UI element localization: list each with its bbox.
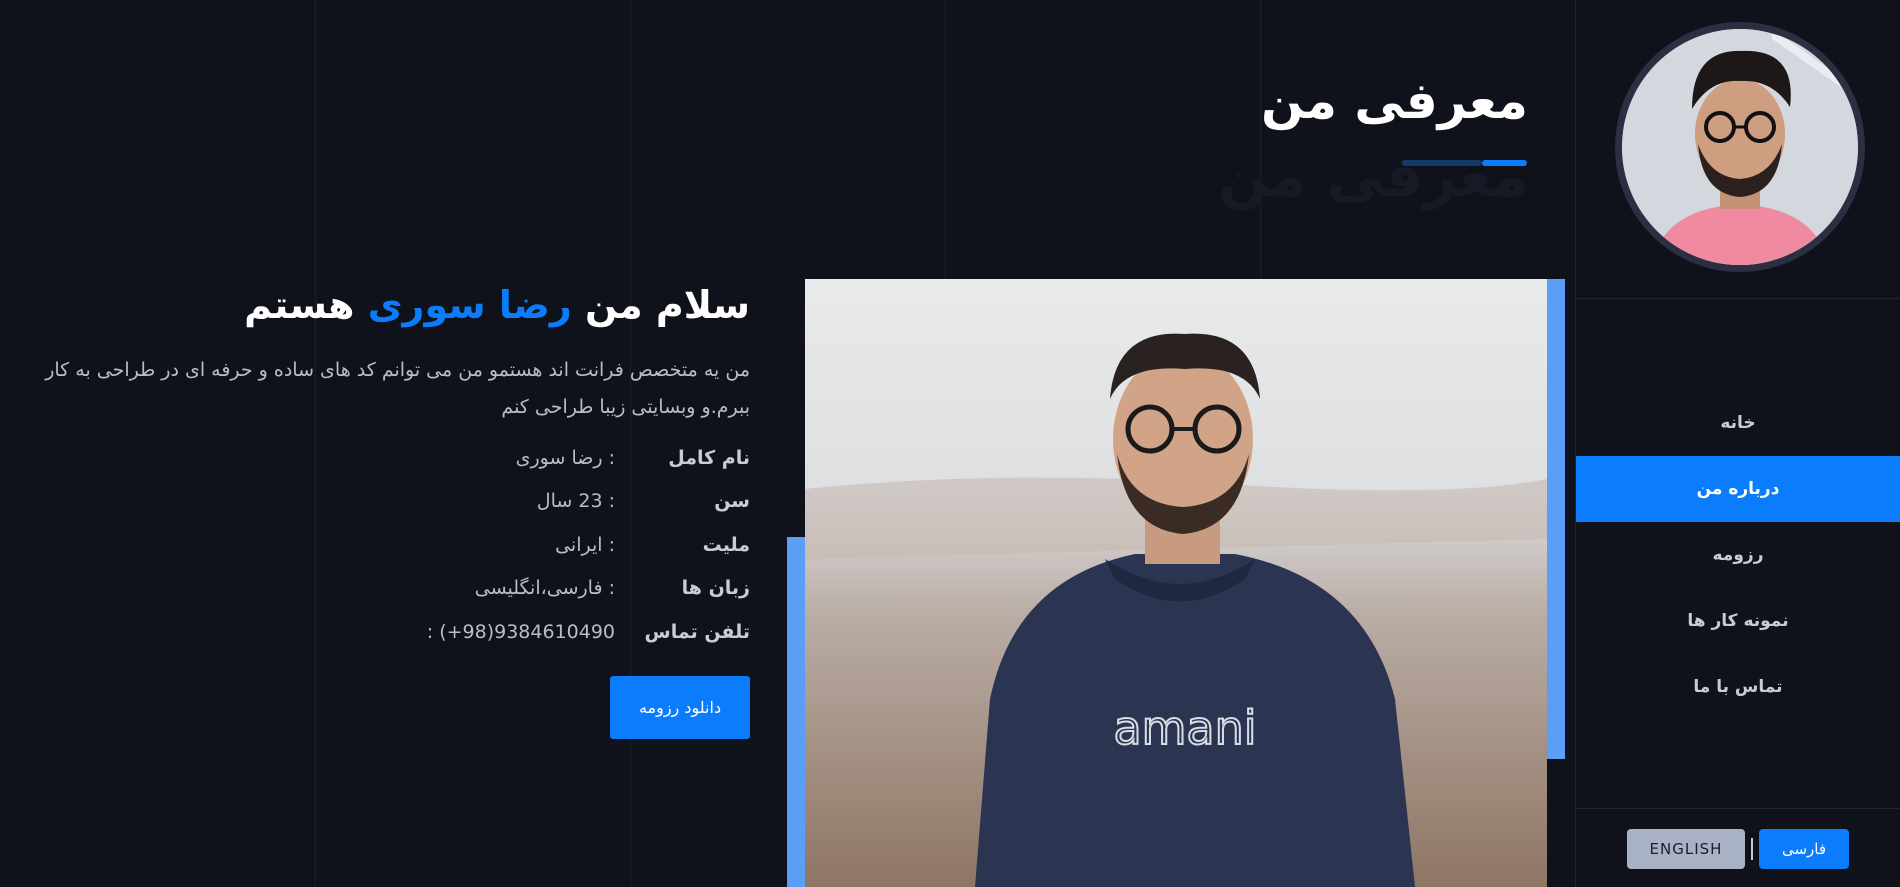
nav-item-about[interactable]: درباره من: [1576, 456, 1900, 522]
divider: [1576, 808, 1900, 809]
nav-item-home[interactable]: خانه: [1576, 390, 1900, 456]
accent-bar-right: [1547, 279, 1565, 759]
language-switcher: ENGLISH فارسی: [1576, 829, 1900, 869]
info-row-age: سن : 23 سال: [10, 480, 750, 524]
profile-photo-frame: amani: [787, 279, 1565, 887]
info-value: : (+98)9384610490: [426, 620, 615, 643]
profile-photo: amani: [805, 279, 1547, 887]
accent-bar-left: [787, 537, 805, 887]
greeting-before: سلام من: [571, 283, 750, 327]
download-resume-button[interactable]: دانلود رزومه: [610, 675, 750, 739]
intro-section: سلام من رضا سوری هستم من یه متخصص فرانت …: [10, 280, 750, 739]
avatar: [1615, 22, 1865, 272]
greeting-name: رضا سوری: [367, 283, 572, 327]
info-label: تلفن تماس: [644, 620, 750, 643]
language-farsi-button[interactable]: فارسی: [1759, 829, 1849, 869]
divider: [1576, 298, 1900, 299]
language-separator: [1751, 838, 1753, 860]
hoodie-text: amani: [1113, 701, 1256, 755]
nav-item-resume[interactable]: رزومه: [1576, 522, 1900, 588]
section-title-shadow: معرفی من: [1218, 142, 1528, 210]
info-row-fullname: نام کامل : رضا سوری: [10, 436, 750, 480]
page-title: معرفی من: [1261, 72, 1528, 130]
info-list: نام کامل : رضا سوری سن : 23 سال ملیت : ا…: [10, 436, 750, 654]
main-nav: خانه درباره من رزومه نمونه کار ها تماس ب…: [1576, 390, 1900, 720]
language-english-button[interactable]: ENGLISH: [1627, 829, 1745, 869]
bio-text: من یه متخصص فرانت اند هستمو من می توانم …: [45, 359, 750, 418]
info-label: زبان ها: [681, 577, 750, 600]
info-label: سن: [714, 490, 750, 513]
info-row-nationality: ملیت : ایرانی: [10, 523, 750, 567]
info-value: : رضا سوری: [515, 446, 615, 469]
sidebar: خانه درباره من رزومه نمونه کار ها تماس ب…: [1575, 0, 1900, 887]
nav-item-contact[interactable]: تماس با ما: [1576, 654, 1900, 720]
title-underline: [1402, 160, 1527, 166]
info-value: : 23 سال: [536, 490, 615, 513]
info-row-phone: تلفن تماس : (+98)9384610490: [10, 610, 750, 654]
nav-item-portfolio[interactable]: نمونه کار ها: [1576, 588, 1900, 654]
info-value: : فارسی،انگلیسی: [474, 577, 615, 600]
info-label: ملیت: [702, 533, 750, 556]
info-value: : ایرانی: [555, 533, 615, 556]
info-label: نام کامل: [668, 446, 750, 469]
info-row-languages: زبان ها : فارسی،انگلیسی: [10, 567, 750, 611]
greeting-after: هستم: [244, 283, 368, 327]
greeting-heading: سلام من رضا سوری هستم: [10, 280, 750, 330]
